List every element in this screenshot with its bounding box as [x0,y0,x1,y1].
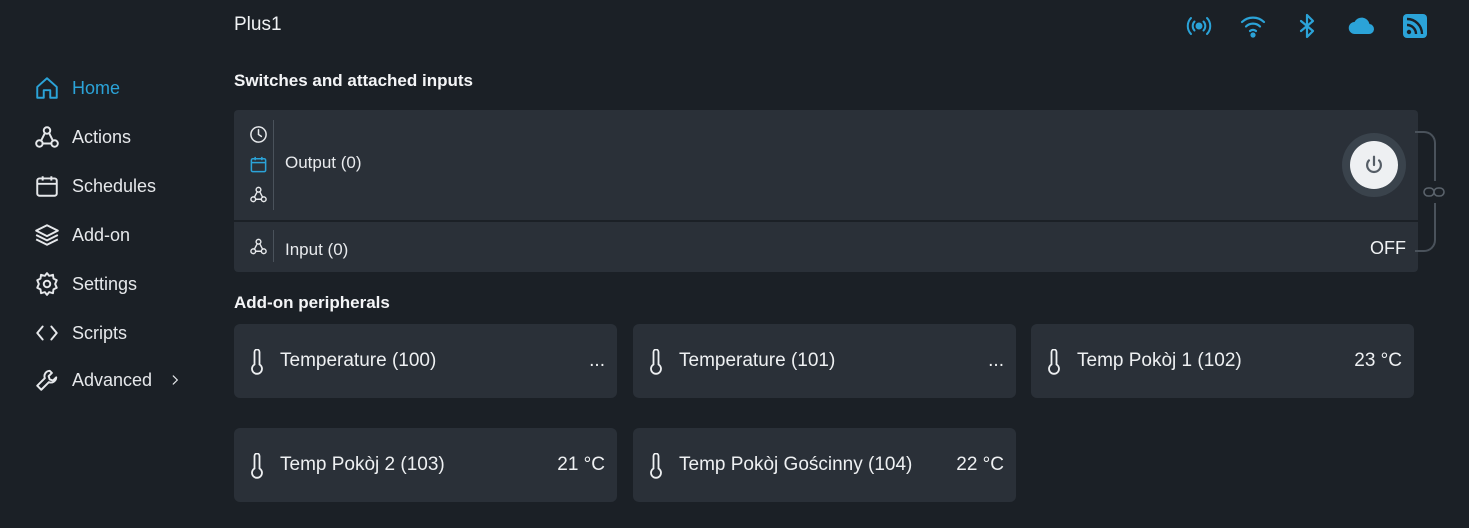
wrench-icon [36,369,58,391]
webhook-icon [35,126,59,148]
divider [273,120,274,210]
input-state: OFF [1370,238,1406,258]
thermometer-icon [650,453,662,479]
input-label: Input (0) [285,240,349,259]
layers-icon [35,224,59,246]
wifi-icon[interactable] [1239,12,1267,40]
peripheral-card[interactable]: Temperature (100) ... [234,324,617,398]
peripheral-label: Temperature (101) [679,350,836,371]
sidebar-item-advanced[interactable]: Advanced [34,365,182,395]
row-divider [234,220,1418,222]
code-icon [36,325,58,341]
sidebar-item-settings[interactable]: Settings [34,269,137,299]
sidebar-item-scripts[interactable]: Scripts [34,318,127,348]
output-label: Output (0) [285,153,362,172]
peripheral-value: 21 °C [557,454,605,475]
device-name: Plus1 [234,14,282,35]
link-icon[interactable] [1422,181,1446,203]
switches-section-title: Switches and attached inputs [234,71,473,90]
power-icon [1366,155,1382,173]
app-root: Home Actions Schedules Add-on Settings S… [0,0,1469,528]
webhook-icon[interactable] [249,185,268,204]
sidebar-item-label: Home [72,77,121,98]
peripheral-label: Temperature (100) [280,350,437,371]
peripheral-label: Temp Pokòj Gościnny (104) [679,454,913,475]
sidebar-item-label: Actions [72,126,132,147]
clock-icon[interactable] [249,125,268,144]
sidebar-item-label: Scripts [72,322,128,343]
peripheral-value: 22 °C [956,454,1004,475]
peripheral-card[interactable]: Temp Pokòj Gościnny (104) 22 °C [633,428,1016,502]
sidebar-item-actions[interactable]: Actions [34,122,131,152]
status-icons [1185,12,1429,40]
sidebar-item-home[interactable]: Home [34,73,120,103]
gear-icon [36,272,58,296]
sidebar: Home Actions Schedules Add-on Settings S… [0,0,200,528]
sidebar-item-label: Schedules [72,175,157,196]
sidebar-item-schedules[interactable]: Schedules [34,171,156,201]
webhook-icon[interactable] [249,237,268,256]
peripherals-section-title: Add-on peripherals [234,293,390,312]
calendar-icon[interactable] [249,155,268,174]
chevron-right-icon [172,375,179,385]
divider [273,230,274,262]
rss-icon[interactable] [1401,12,1429,40]
cloud-icon[interactable] [1347,12,1375,40]
peripheral-value: 23 °C [1354,350,1402,371]
thermometer-icon [1048,349,1060,375]
sidebar-item-label: Add-on [72,224,131,245]
sidebar-item-label: Settings [72,273,138,294]
peripheral-card[interactable]: Temp Pokòj 2 (103) 21 °C [234,428,617,502]
thermometer-icon [251,349,263,375]
peripheral-card[interactable]: Temp Pokòj 1 (102) 23 °C [1031,324,1414,398]
calendar-icon [36,176,58,197]
power-button-face [1350,141,1398,189]
home-icon [36,77,58,99]
peripheral-label: Temp Pokòj 1 (102) [1077,350,1242,371]
sidebar-item-label: Advanced [72,369,153,390]
peripheral-value: ... [988,350,1004,371]
broadcast-icon[interactable] [1185,12,1213,40]
peripheral-label: Temp Pokòj 2 (103) [280,454,445,475]
power-toggle-button[interactable] [1342,133,1406,197]
sidebar-item-addon[interactable]: Add-on [34,220,130,250]
thermometer-icon [650,349,662,375]
peripheral-card[interactable]: Temperature (101) ... [633,324,1016,398]
thermometer-icon [251,453,263,479]
switch-card: Output (0) Input (0) OFF [234,110,1418,272]
peripheral-value: ... [589,350,605,371]
bluetooth-icon[interactable] [1293,12,1321,40]
